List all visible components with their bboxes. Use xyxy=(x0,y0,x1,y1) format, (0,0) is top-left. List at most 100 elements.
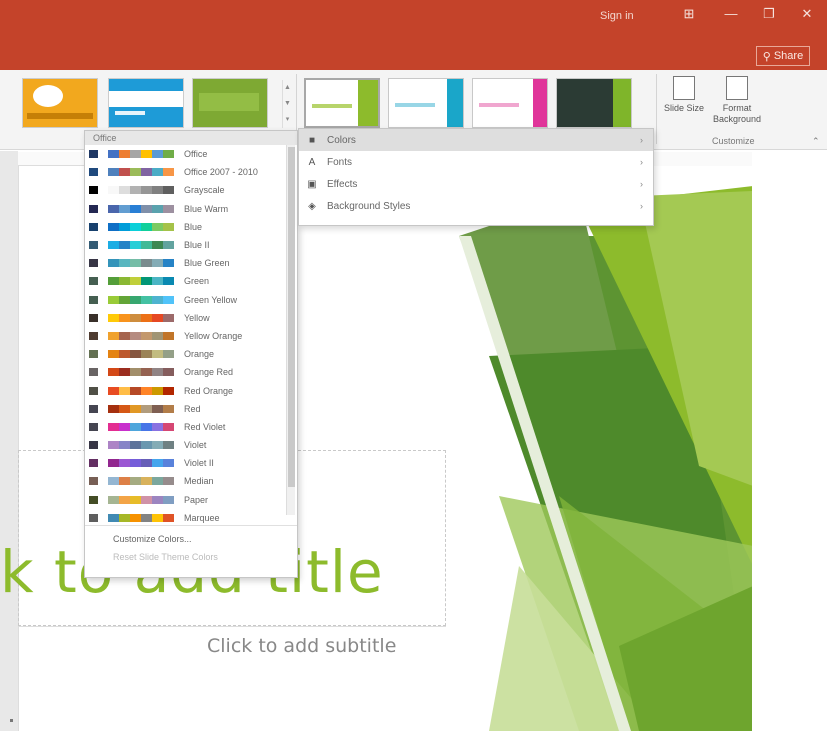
colors-scrollbar[interactable] xyxy=(286,145,295,515)
color-swatch xyxy=(152,495,163,504)
color-swatch xyxy=(163,386,174,395)
slide-subtitle-text[interactable]: Click to add subtitle xyxy=(207,635,396,657)
scrollbar-thumb[interactable] xyxy=(288,147,295,487)
menu-item-background-styles[interactable]: ◈ Background Styles › xyxy=(299,195,653,217)
maximize-icon[interactable]: ❐ xyxy=(756,6,782,22)
theme-thumbnail-2[interactable] xyxy=(108,78,184,128)
theme-thumbnail-3[interactable] xyxy=(192,78,268,128)
color-swatch-text xyxy=(89,331,98,340)
color-swatch xyxy=(163,459,174,468)
color-swatch-text xyxy=(89,168,98,177)
color-swatch xyxy=(130,350,141,359)
theme-gallery-scroll[interactable]: ▲ ▼ ▾ xyxy=(282,80,292,128)
theme-thumbnail-1[interactable] xyxy=(22,78,98,128)
color-swatch-strip xyxy=(108,295,174,304)
fonts-icon: A xyxy=(308,156,316,168)
color-scheme-item[interactable]: Blue xyxy=(85,218,297,236)
horizontal-ruler-right xyxy=(654,152,752,166)
color-scheme-item[interactable]: Grayscale xyxy=(85,181,297,199)
color-scheme-item[interactable]: Red Violet xyxy=(85,418,297,436)
color-swatch xyxy=(163,313,174,322)
color-swatch xyxy=(130,259,141,268)
variant-thumbnail-1[interactable] xyxy=(304,78,380,128)
customize-colors-menu-item[interactable]: Customize Colors... xyxy=(85,526,297,544)
color-swatch xyxy=(119,422,130,431)
color-scheme-name: Yellow Orange xyxy=(184,330,243,341)
color-scheme-item[interactable]: Blue Warm xyxy=(85,200,297,218)
ribbon-display-options-icon[interactable]: ⊞ xyxy=(676,6,702,22)
color-swatch-text xyxy=(89,259,98,268)
color-swatch-strip xyxy=(108,277,174,286)
sign-in-link[interactable]: Sign in xyxy=(600,10,634,22)
menu-item-effects[interactable]: ▣ Effects › xyxy=(299,173,653,195)
color-scheme-list: Office Office 2007 - 2010 Grayscale Blue Wa… xyxy=(85,145,297,527)
color-swatch xyxy=(163,277,174,286)
color-scheme-name: Violet xyxy=(184,440,207,451)
color-swatch xyxy=(163,186,174,195)
color-swatch xyxy=(108,150,119,159)
color-scheme-item[interactable]: Violet II xyxy=(85,454,297,472)
color-swatch-text xyxy=(89,204,98,213)
color-scheme-item[interactable]: Green Yellow xyxy=(85,291,297,309)
menu-item-colors[interactable]: ■ Colors › xyxy=(299,129,653,151)
collapse-ribbon-icon[interactable]: ⌃ xyxy=(812,136,820,147)
color-swatch xyxy=(141,441,152,450)
reset-theme-colors-menu-item[interactable]: Reset Slide Theme Colors xyxy=(85,544,297,562)
color-scheme-item[interactable]: Blue II xyxy=(85,236,297,254)
color-swatch xyxy=(119,513,130,522)
color-swatch-text xyxy=(89,477,98,486)
color-scheme-item[interactable]: Median xyxy=(85,472,297,490)
color-swatch xyxy=(152,350,163,359)
color-scheme-item[interactable]: Office xyxy=(85,145,297,163)
color-swatch xyxy=(141,313,152,322)
color-scheme-name: Grayscale xyxy=(184,185,225,196)
color-swatch xyxy=(152,277,163,286)
color-swatch-strip xyxy=(108,477,174,486)
color-swatch-strip xyxy=(108,241,174,250)
color-swatch-strip xyxy=(108,331,174,340)
color-swatch xyxy=(152,477,163,486)
close-icon[interactable]: ✕ xyxy=(794,6,820,22)
slide-size-button[interactable]: Slide Size xyxy=(662,76,706,114)
horizontal-ruler xyxy=(18,152,84,166)
color-scheme-item[interactable]: Office 2007 - 2010 xyxy=(85,163,297,181)
color-swatch xyxy=(119,313,130,322)
color-scheme-item[interactable]: Green xyxy=(85,272,297,290)
format-background-button[interactable]: Format Background xyxy=(712,76,762,125)
color-scheme-item[interactable]: Paper xyxy=(85,491,297,509)
color-swatch-strip xyxy=(108,386,174,395)
color-scheme-item[interactable]: Red xyxy=(85,400,297,418)
variant-thumbnail-2[interactable] xyxy=(388,78,464,128)
minimize-icon[interactable]: — xyxy=(718,6,744,21)
color-scheme-item[interactable]: Blue Green xyxy=(85,254,297,272)
color-scheme-name: Red Orange xyxy=(184,385,234,396)
color-scheme-item[interactable]: Orange xyxy=(85,345,297,363)
slide-size-label: Slide Size xyxy=(663,103,705,113)
color-scheme-item[interactable]: Violet xyxy=(85,436,297,454)
color-scheme-item[interactable]: Yellow Orange xyxy=(85,327,297,345)
variant-thumbnail-4[interactable] xyxy=(556,78,632,128)
color-swatch xyxy=(108,204,119,213)
slide-size-icon xyxy=(673,76,695,100)
color-scheme-item[interactable]: Red Orange xyxy=(85,381,297,399)
color-swatch-text xyxy=(89,368,98,377)
theme-colors-dropdown[interactable]: Office Office Office 2007 - 2010 Grayscale… xyxy=(84,130,298,578)
color-swatch xyxy=(163,513,174,522)
variant-more-menu[interactable]: ■ Colors › A Fonts › ▣ Effects › ◈ Backg… xyxy=(298,128,654,226)
slide-thumbnail-pane[interactable] xyxy=(0,151,18,731)
menu-item-fonts[interactable]: A Fonts › xyxy=(299,151,653,173)
color-swatch xyxy=(108,277,119,286)
color-swatch xyxy=(141,350,152,359)
color-scheme-item[interactable]: Orange Red xyxy=(85,363,297,381)
color-swatch xyxy=(163,295,174,304)
color-swatch-text xyxy=(89,404,98,413)
color-swatch xyxy=(119,404,130,413)
color-scheme-name: Marquee xyxy=(184,512,220,523)
variant-thumbnail-3[interactable] xyxy=(472,78,548,128)
color-swatch xyxy=(130,441,141,450)
share-button[interactable]: ⚲ Share xyxy=(756,46,810,66)
chevron-right-icon: › xyxy=(640,179,643,189)
color-swatch xyxy=(141,259,152,268)
color-scheme-item[interactable]: Yellow xyxy=(85,309,297,327)
color-swatch xyxy=(130,241,141,250)
